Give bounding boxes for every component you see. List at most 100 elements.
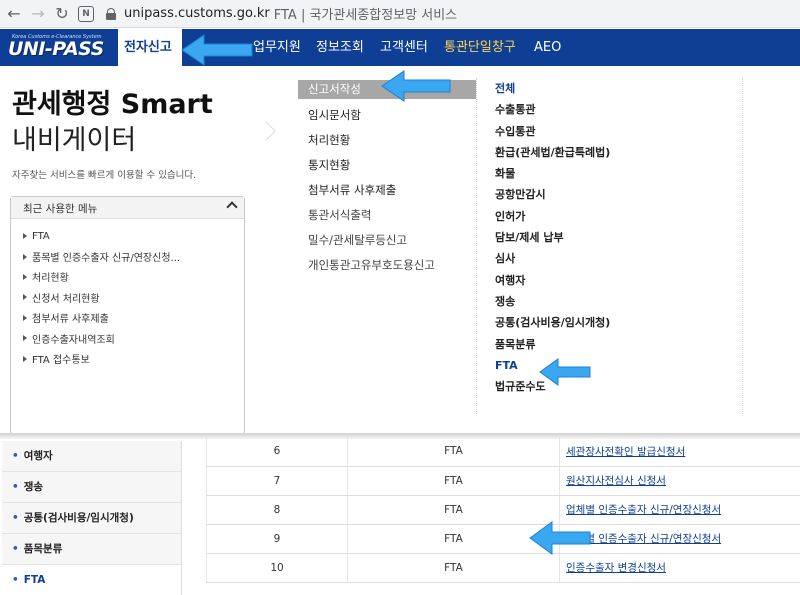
- left-nav-label: 공통(검사비용/임시개청): [23, 512, 134, 524]
- row-category: FTA: [347, 437, 560, 467]
- nav-customer-center[interactable]: 고객센터: [380, 29, 428, 66]
- triangle-right-icon: [23, 355, 27, 362]
- submenu-item[interactable]: 쟁송: [495, 291, 610, 312]
- form-link[interactable]: 업체별 인증수출자 신규/연장신청서: [559, 495, 800, 525]
- row-number: 8: [206, 495, 348, 525]
- form-link[interactable]: 인증수출자 변경신청서: [559, 553, 800, 583]
- form-link[interactable]: 세관장사전확인 발급신청서: [559, 437, 800, 467]
- back-arrow-icon[interactable]: ←: [2, 2, 26, 26]
- filing-menu-list: 신고서작성 임시문서함 처리현황 통지현황 첨부서류 사후제출 통관서식출력 밀…: [298, 80, 476, 278]
- recent-menu-box: 최근 사용한 메뉴 FTA 품목별 인증수출자 신규/연장신청... 처리현황 …: [10, 196, 245, 434]
- row-number: 7: [206, 466, 348, 496]
- unipass-logo[interactable]: Korea Customs e-Clearance System UNI-PAS…: [8, 34, 108, 62]
- menu-item-processing-status[interactable]: 처리현황: [298, 128, 476, 153]
- submenu-item[interactable]: 수출통관: [495, 99, 610, 120]
- left-nav-label: FTA: [23, 574, 46, 586]
- table-row: 6 FTA 세관장사전확인 발급신청서: [206, 437, 800, 467]
- recent-item[interactable]: FTA 접수통보: [11, 348, 244, 368]
- submenu-item[interactable]: 인허가: [495, 206, 610, 227]
- left-nav-item[interactable]: • 품목분류: [2, 534, 181, 565]
- annotation-arrow-icon: [381, 70, 451, 102]
- form-link-item-certified-exporter[interactable]: 품목별 인증수출자 신규/연장신청서: [559, 524, 800, 554]
- chevron-up-icon[interactable]: [226, 201, 238, 213]
- triangle-right-icon: [23, 273, 27, 280]
- nav-single-window[interactable]: 통관단일창구: [444, 29, 516, 66]
- submenu-item[interactable]: 품목분류: [495, 334, 610, 355]
- annotation-arrow-icon: [181, 34, 253, 66]
- triangle-right-icon: [23, 253, 27, 260]
- row-number: 9: [206, 524, 348, 554]
- submenu-item[interactable]: 수입통관: [495, 121, 610, 142]
- bullet-dot-icon: •: [12, 574, 19, 586]
- nav-info-inquiry[interactable]: 정보조회: [316, 29, 364, 66]
- left-nav-label: 여행자: [23, 450, 53, 462]
- menu-item-form-print[interactable]: 통관서식출력: [298, 203, 476, 228]
- submenu-item-all[interactable]: 전체: [495, 78, 610, 99]
- url-host[interactable]: unipass.customs.go.kr: [124, 6, 270, 21]
- menu-item-smuggling-report[interactable]: 밀수/관세탈루등신고: [298, 228, 476, 253]
- triangle-right-icon: [23, 233, 27, 240]
- submenu-item[interactable]: 화물: [495, 163, 610, 184]
- triangle-right-icon: [23, 294, 27, 301]
- recent-item-label: 처리현황: [32, 273, 69, 285]
- annotation-arrow-icon: [529, 521, 591, 555]
- submenu-item[interactable]: 담보/제세 납부: [495, 227, 610, 248]
- url-page-title[interactable]: FTA | 국가관세종합정보망 서비스: [274, 4, 457, 23]
- submenu-item[interactable]: 여행자: [495, 270, 610, 291]
- row-number: 6: [206, 437, 348, 467]
- menu-item-temp-docs[interactable]: 임시문서함: [298, 103, 476, 128]
- bullet-dot-icon: •: [12, 450, 19, 462]
- menu-item-id-misuse-report[interactable]: 개인통관고유부호도용신고: [298, 253, 476, 278]
- extension-icon[interactable]: N: [78, 5, 94, 22]
- bullet-dot-icon: •: [12, 512, 19, 524]
- logo-wordmark: UNI-PASS: [8, 38, 104, 60]
- column-divider: [742, 78, 743, 416]
- recent-item[interactable]: 처리현황: [11, 267, 244, 287]
- left-nav-item[interactable]: • 여행자: [2, 441, 181, 472]
- recent-item[interactable]: 첨부서류 사후제출: [11, 308, 244, 328]
- bullet-dot-icon: •: [12, 543, 19, 555]
- navigator-subtitle: 내비게이터: [12, 125, 137, 156]
- submenu-item[interactable]: 공통(검사비용/임시개청): [495, 312, 610, 333]
- left-side-nav: • 여행자 • 쟁송 • 공통(검사비용/임시개청) • 품목분류 • FTA: [2, 441, 182, 595]
- triangle-right-icon: [23, 314, 27, 321]
- forward-arrow-icon[interactable]: →: [26, 2, 50, 26]
- recent-menu-header[interactable]: 최근 사용한 메뉴: [11, 197, 244, 219]
- left-nav-item[interactable]: • 쟁송: [2, 472, 181, 503]
- recent-item[interactable]: 신청서 처리현황: [11, 287, 244, 307]
- recent-item[interactable]: 품목별 인증수출자 신규/연장신청...: [11, 246, 244, 266]
- submenu-item[interactable]: 심사: [495, 248, 610, 269]
- table-row: 8 FTA 업체별 인증수출자 신규/연장신청서: [206, 495, 800, 525]
- recent-item-label: 첨부서류 사후제출: [32, 314, 109, 326]
- table-row: 9 FTA 품목별 인증수출자 신규/연장신청서: [206, 524, 800, 554]
- left-nav-item-fta[interactable]: • FTA: [2, 565, 181, 595]
- site-header: Korea Customs e-Clearance System UNI-PAS…: [0, 29, 800, 66]
- forms-table: 6 FTA 세관장사전확인 발급신청서 7 FTA 원산지사전심사 신청서 8 …: [206, 437, 800, 583]
- category-submenu-list: 전체 수출통관 수입통관 환급(관세법/환급특례법) 화물 공항만감시 인허가 …: [495, 78, 610, 397]
- menu-item-attachment-submit[interactable]: 첨부서류 사후제출: [298, 178, 476, 203]
- recent-menu-list: FTA 품목별 인증수출자 신규/연장신청... 처리현황 신청서 처리현황 첨…: [11, 219, 244, 369]
- browser-address-bar: ← → ↻ N unipass.customs.go.kr FTA | 국가관세…: [0, 0, 800, 28]
- submenu-item[interactable]: 공항만감시: [495, 184, 610, 205]
- recent-menu-heading: 최근 사용한 메뉴: [23, 203, 98, 215]
- recent-item-label: 품목별 인증수출자 신규/연장신청...: [32, 253, 181, 265]
- recent-item[interactable]: 인증수출자내역조회: [11, 328, 244, 348]
- navigator-description: 자주찾는 서비스를 빠르게 이용할 수 있습니다.: [12, 170, 197, 181]
- lock-icon[interactable]: [106, 7, 116, 20]
- row-category: FTA: [347, 466, 560, 496]
- recent-item-label: 신청서 처리현황: [32, 293, 100, 305]
- left-nav-label: 쟁송: [23, 481, 44, 493]
- table-row: 7 FTA 원산지사전심사 신청서: [206, 466, 800, 496]
- menu-item-notice-status[interactable]: 통지현황: [298, 153, 476, 178]
- navigator-title: 관세행정 Smart: [12, 89, 213, 120]
- reload-icon[interactable]: ↻: [50, 2, 74, 26]
- recent-item[interactable]: FTA: [11, 226, 244, 246]
- left-nav-item[interactable]: • 공통(검사비용/임시개청): [2, 503, 181, 534]
- nav-business-support[interactable]: 업무지원: [253, 29, 301, 66]
- form-link[interactable]: 원산지사전심사 신청서: [559, 466, 800, 496]
- table-row: 10 FTA 인증수출자 변경신청서: [206, 553, 800, 583]
- nav-electronic-filing[interactable]: 전자신고: [118, 29, 182, 66]
- submenu-item[interactable]: 환급(관세법/환급특례법): [495, 142, 610, 163]
- recent-item-label: FTA: [32, 230, 50, 242]
- nav-aeo[interactable]: AEO: [534, 29, 561, 66]
